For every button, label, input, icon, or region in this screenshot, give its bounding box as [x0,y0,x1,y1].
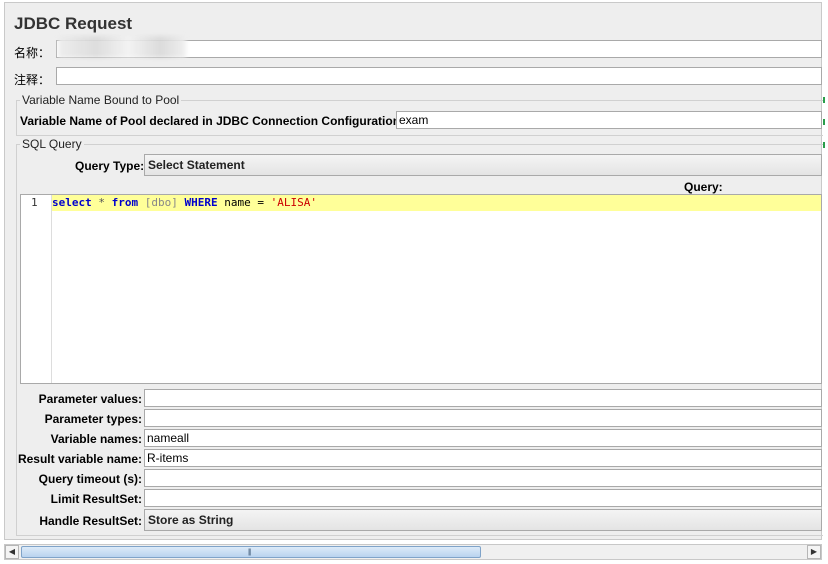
sql-editor[interactable]: 1 select * from [dbo] WHERE name = 'ALIS… [20,194,822,384]
parameter-types-input[interactable] [144,409,822,427]
parameter-values-input[interactable] [144,389,822,407]
code-star: * [91,196,112,209]
query-type-label: Query Type: [75,159,145,173]
scroll-left-button[interactable]: ◀ [5,545,19,559]
validation-mark-icon [823,119,828,125]
query-timeout-label: Query timeout (s): [38,472,142,486]
result-variable-input[interactable]: R-items [144,449,822,467]
line-number: 1 [31,196,38,209]
scroll-right-button[interactable]: ▶ [807,545,821,559]
page-title: JDBC Request [14,14,133,33]
parameter-types-label: Parameter types: [44,412,142,426]
scroll-grip-icon: ||| [248,549,252,556]
code-schema: [dbo] [138,196,185,209]
pool-variable-label: Variable Name of Pool declared in JDBC C… [20,114,405,128]
variable-names-label: Variable names: [50,432,142,446]
pool-group-title: Variable Name Bound to Pool [20,93,182,107]
query-timeout-input[interactable] [144,469,822,487]
handle-resultset-select[interactable]: Store as String [144,509,822,531]
line-number-gutter: 1 [21,195,52,383]
comment-input[interactable] [56,67,822,85]
scroll-thumb[interactable]: ||| [21,546,481,558]
code-keyword-where: WHERE [184,196,218,209]
comment-label: 注释： [14,73,51,87]
limit-resultset-label: Limit ResultSet: [50,492,142,506]
sql-code-line[interactable]: select * from [dbo] WHERE name = 'ALISA' [52,196,317,210]
validation-mark-icon [823,142,828,148]
code-keyword-select: select [52,196,92,209]
limit-resultset-input[interactable] [144,489,822,507]
parameter-values-label: Parameter values: [38,392,142,406]
result-variable-label: Result variable name: [17,452,142,466]
query-type-select[interactable]: Select Statement [144,154,822,176]
variable-names-input[interactable]: nameall [144,429,822,447]
code-string-value: 'ALISA' [270,196,317,209]
redacted-name-value [58,36,186,58]
horizontal-scrollbar[interactable]: ◀ ||| ▶ [4,544,822,560]
pool-variable-input[interactable]: exam [396,111,822,129]
handle-resultset-label: Handle ResultSet: [39,514,142,528]
query-label: Query: [684,180,723,194]
validation-mark-icon [823,97,828,103]
name-label: 名称： [14,46,51,60]
sql-group-title: SQL Query [20,137,84,151]
code-keyword-from: from [111,196,139,209]
code-condition: name = [217,196,271,209]
